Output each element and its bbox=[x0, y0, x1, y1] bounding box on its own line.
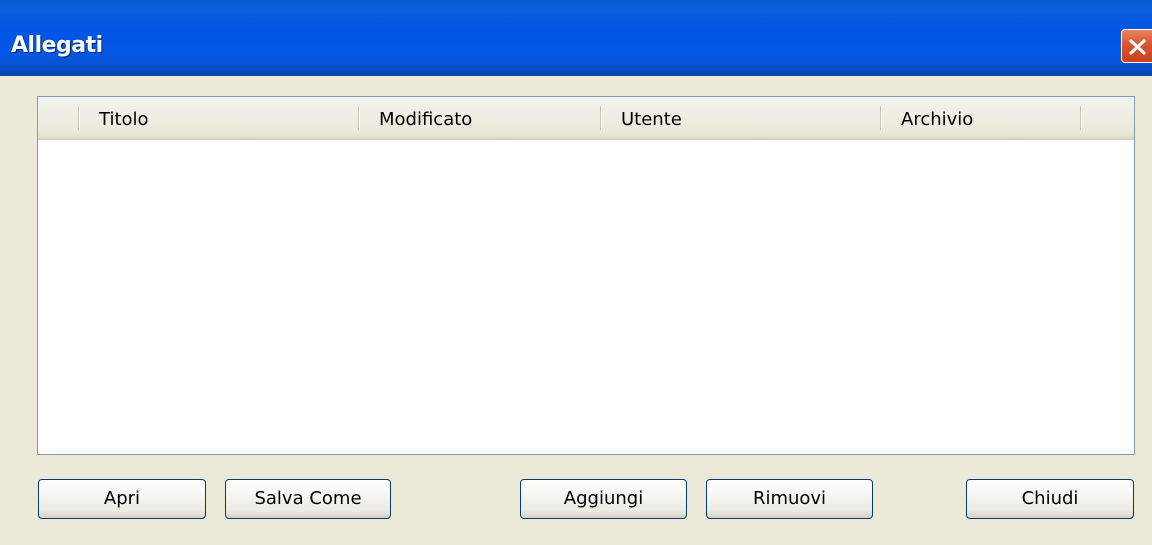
remove-button[interactable]: Rimuovi bbox=[706, 479, 873, 519]
close-window-button[interactable] bbox=[1121, 29, 1152, 63]
attachments-dialog: Allegati Titolo Modificato Utente Archiv… bbox=[0, 0, 1152, 545]
close-icon bbox=[1129, 39, 1146, 55]
column-header-titolo[interactable]: Titolo bbox=[99, 109, 149, 130]
column-header-divider[interactable] bbox=[880, 106, 882, 130]
open-button[interactable]: Apri bbox=[38, 479, 206, 519]
save-as-button[interactable]: Salva Come bbox=[225, 479, 391, 519]
list-header: Titolo Modificato Utente Archivio bbox=[38, 97, 1134, 140]
window-title: Allegati bbox=[11, 33, 103, 58]
column-header-archivio[interactable]: Archivio bbox=[901, 109, 973, 130]
close-button[interactable]: Chiudi bbox=[966, 479, 1134, 519]
column-header-utente[interactable]: Utente bbox=[621, 109, 682, 130]
attachments-list[interactable]: Titolo Modificato Utente Archivio bbox=[37, 96, 1135, 455]
list-body[interactable] bbox=[38, 140, 1134, 454]
column-header-divider[interactable] bbox=[600, 106, 602, 130]
column-header-modificato[interactable]: Modificato bbox=[379, 109, 472, 130]
column-header-divider[interactable] bbox=[358, 106, 360, 130]
column-header-divider[interactable] bbox=[78, 106, 80, 130]
add-button[interactable]: Aggiungi bbox=[520, 479, 687, 519]
column-header-divider[interactable] bbox=[1080, 106, 1082, 130]
title-bar[interactable]: Allegati bbox=[0, 0, 1152, 76]
